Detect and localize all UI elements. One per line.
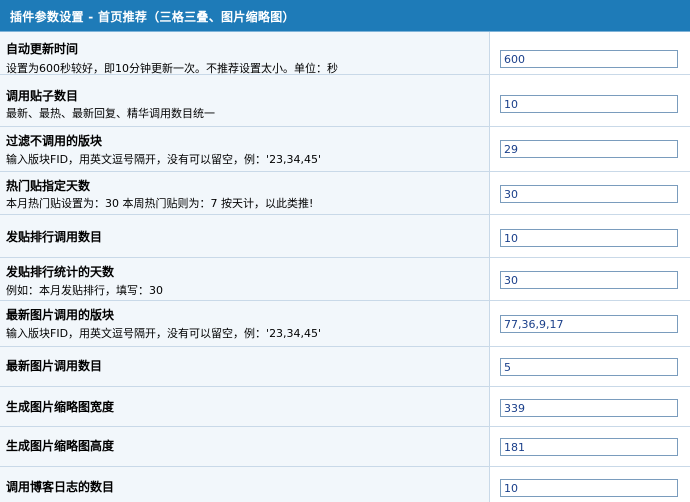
setting-label: 调用贴子数目 xyxy=(6,89,79,103)
thumbnail-height-input[interactable] xyxy=(500,438,678,456)
setting-label: 发贴排行调用数目 xyxy=(6,230,103,244)
setting-value-cell xyxy=(490,32,690,74)
setting-value-cell xyxy=(490,467,690,502)
setting-value-cell xyxy=(490,387,690,426)
setting-value-cell xyxy=(490,301,690,346)
setting-label: 热门贴指定天数 xyxy=(6,179,91,193)
setting-label: 生成图片缩略图宽度 xyxy=(6,400,115,414)
setting-row-thumb-width: 生成图片缩略图宽度 xyxy=(0,387,690,427)
setting-label: 生成图片缩略图高度 xyxy=(6,439,115,453)
setting-label: 最新图片调用数目 xyxy=(6,359,103,373)
setting-value-cell xyxy=(490,347,690,386)
setting-label: 调用博客日志的数目 xyxy=(6,480,115,494)
excluded-forums-input[interactable] xyxy=(500,140,678,158)
setting-row-blog-count: 调用博客日志的数目 xyxy=(0,467,690,502)
setting-row-hot-days: 热门贴指定天数 本月热门贴设置为：30 本周热门贴则为：7 按天计，以此类推! xyxy=(0,172,690,215)
setting-label-cell: 发贴排行统计的天数 例如：本月发贴排行，填写：30 xyxy=(0,258,490,300)
panel-title: 插件参数设置 - 首页推荐（三格三叠、图片缩略图） xyxy=(10,10,295,24)
setting-label-cell: 生成图片缩略图宽度 xyxy=(0,387,490,426)
setting-label-cell: 最新图片调用数目 xyxy=(0,347,490,386)
setting-value-cell xyxy=(490,427,690,466)
setting-label: 过滤不调用的版块 xyxy=(6,134,103,148)
setting-label-cell: 热门贴指定天数 本月热门贴设置为：30 本周热门贴则为：7 按天计，以此类推! xyxy=(0,172,490,214)
setting-description: 输入版块FID，用英文逗号隔开，没有可以留空，例：'23,34,45' xyxy=(6,327,322,340)
setting-row-post-count: 调用贴子数目 最新、最热、最新回复、精华调用数目统一 xyxy=(0,75,690,127)
setting-row-ranking-count: 发贴排行调用数目 xyxy=(0,215,690,258)
ranking-count-input[interactable] xyxy=(500,229,678,247)
setting-label-cell: 最新图片调用的版块 输入版块FID，用英文逗号隔开，没有可以留空，例：'23,3… xyxy=(0,301,490,346)
image-forums-input[interactable] xyxy=(500,315,678,333)
setting-value-cell xyxy=(490,172,690,214)
setting-label-cell: 发贴排行调用数目 xyxy=(0,215,490,257)
setting-label: 发贴排行统计的天数 xyxy=(6,265,115,279)
image-count-input[interactable] xyxy=(500,358,678,376)
setting-value-cell xyxy=(490,127,690,171)
ranking-days-input[interactable] xyxy=(500,271,678,289)
setting-row-image-forums: 最新图片调用的版块 输入版块FID，用英文逗号隔开，没有可以留空，例：'23,3… xyxy=(0,301,690,347)
setting-label-cell: 自动更新时间 设置为600秒较好，即10分钟更新一次。不推荐设置太小。单位：秒 xyxy=(0,32,490,75)
setting-label: 自动更新时间 xyxy=(6,42,79,56)
setting-label-cell: 过滤不调用的版块 输入版块FID，用英文逗号隔开，没有可以留空，例：'23,34… xyxy=(0,127,490,171)
setting-label-cell: 调用贴子数目 最新、最热、最新回复、精华调用数目统一 xyxy=(0,75,490,126)
setting-description: 设置为600秒较好，即10分钟更新一次。不推荐设置太小。单位：秒 xyxy=(6,62,338,75)
post-count-input[interactable] xyxy=(500,95,678,113)
setting-description: 本月热门贴设置为：30 本周热门贴则为：7 按天计，以此类推! xyxy=(6,197,314,210)
setting-label-cell: 生成图片缩略图高度 xyxy=(0,427,490,466)
setting-value-cell xyxy=(490,258,690,300)
auto-refresh-time-input[interactable] xyxy=(500,50,678,68)
setting-value-cell xyxy=(490,215,690,257)
panel-header: 插件参数设置 - 首页推荐（三格三叠、图片缩略图） xyxy=(0,0,690,32)
hot-days-input[interactable] xyxy=(500,185,678,203)
thumbnail-width-input[interactable] xyxy=(500,399,678,417)
setting-row-excluded-forums: 过滤不调用的版块 输入版块FID，用英文逗号隔开，没有可以留空，例：'23,34… xyxy=(0,127,690,172)
setting-description: 最新、最热、最新回复、精华调用数目统一 xyxy=(6,107,215,120)
setting-label-cell: 调用博客日志的数目 xyxy=(0,467,490,502)
setting-row-thumb-height: 生成图片缩略图高度 xyxy=(0,427,690,467)
setting-description: 例如：本月发贴排行，填写：30 xyxy=(6,284,163,297)
setting-row-ranking-days: 发贴排行统计的天数 例如：本月发贴排行，填写：30 xyxy=(0,258,690,301)
setting-description: 输入版块FID，用英文逗号隔开，没有可以留空，例：'23,34,45' xyxy=(6,153,322,166)
setting-label: 最新图片调用的版块 xyxy=(6,308,115,322)
setting-row-auto-refresh: 自动更新时间 设置为600秒较好，即10分钟更新一次。不推荐设置太小。单位：秒 xyxy=(0,32,690,75)
setting-row-image-count: 最新图片调用数目 xyxy=(0,347,690,387)
blog-count-input[interactable] xyxy=(500,479,678,497)
plugin-settings-panel: 插件参数设置 - 首页推荐（三格三叠、图片缩略图） 自动更新时间 设置为600秒… xyxy=(0,0,690,502)
setting-value-cell xyxy=(490,75,690,126)
